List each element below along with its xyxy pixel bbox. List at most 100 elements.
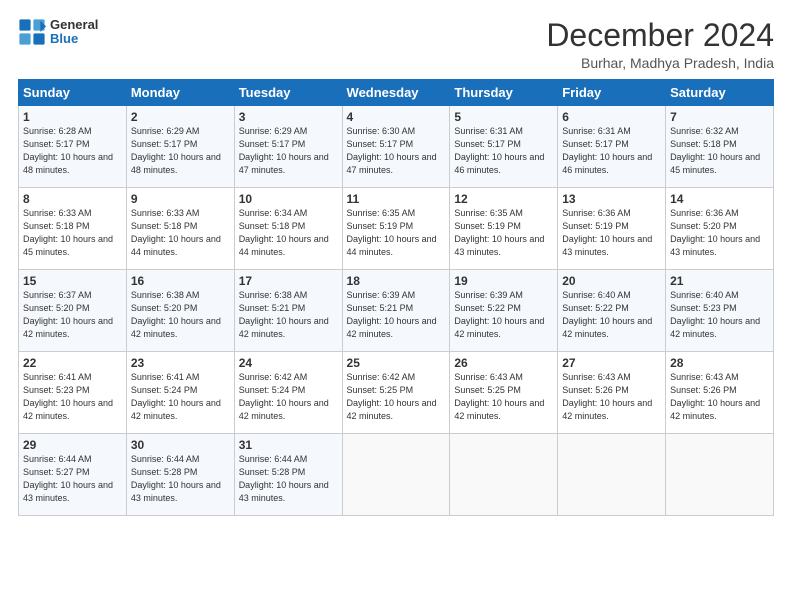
- day-number: 2: [131, 110, 230, 124]
- day-number: 27: [562, 356, 661, 370]
- day-number: 23: [131, 356, 230, 370]
- calendar-cell: 24 Sunrise: 6:42 AMSunset: 5:24 PMDaylig…: [234, 352, 342, 434]
- calendar-cell: 18 Sunrise: 6:39 AMSunset: 5:21 PMDaylig…: [342, 270, 450, 352]
- day-info: Sunrise: 6:34 AMSunset: 5:18 PMDaylight:…: [239, 208, 329, 257]
- day-info: Sunrise: 6:43 AMSunset: 5:26 PMDaylight:…: [562, 372, 652, 421]
- calendar-week-row: 29 Sunrise: 6:44 AMSunset: 5:27 PMDaylig…: [19, 434, 774, 516]
- calendar-cell: 8 Sunrise: 6:33 AMSunset: 5:18 PMDayligh…: [19, 188, 127, 270]
- calendar-cell: 14 Sunrise: 6:36 AMSunset: 5:20 PMDaylig…: [666, 188, 774, 270]
- page: General Blue December 2024 Burhar, Madhy…: [0, 0, 792, 612]
- day-info: Sunrise: 6:42 AMSunset: 5:24 PMDaylight:…: [239, 372, 329, 421]
- day-info: Sunrise: 6:35 AMSunset: 5:19 PMDaylight:…: [454, 208, 544, 257]
- day-info: Sunrise: 6:41 AMSunset: 5:24 PMDaylight:…: [131, 372, 221, 421]
- day-number: 12: [454, 192, 553, 206]
- header-saturday: Saturday: [666, 80, 774, 106]
- header-wednesday: Wednesday: [342, 80, 450, 106]
- day-info: Sunrise: 6:40 AMSunset: 5:23 PMDaylight:…: [670, 290, 760, 339]
- calendar-cell: 30 Sunrise: 6:44 AMSunset: 5:28 PMDaylig…: [126, 434, 234, 516]
- calendar-cell: 7 Sunrise: 6:32 AMSunset: 5:18 PMDayligh…: [666, 106, 774, 188]
- day-info: Sunrise: 6:44 AMSunset: 5:28 PMDaylight:…: [239, 454, 329, 503]
- calendar-cell: 15 Sunrise: 6:37 AMSunset: 5:20 PMDaylig…: [19, 270, 127, 352]
- day-info: Sunrise: 6:42 AMSunset: 5:25 PMDaylight:…: [347, 372, 437, 421]
- calendar-cell: 6 Sunrise: 6:31 AMSunset: 5:17 PMDayligh…: [558, 106, 666, 188]
- calendar-cell: 11 Sunrise: 6:35 AMSunset: 5:19 PMDaylig…: [342, 188, 450, 270]
- day-info: Sunrise: 6:31 AMSunset: 5:17 PMDaylight:…: [562, 126, 652, 175]
- day-number: 7: [670, 110, 769, 124]
- logo-blue: Blue: [50, 32, 98, 46]
- day-info: Sunrise: 6:32 AMSunset: 5:18 PMDaylight:…: [670, 126, 760, 175]
- calendar-cell: 28 Sunrise: 6:43 AMSunset: 5:26 PMDaylig…: [666, 352, 774, 434]
- day-info: Sunrise: 6:38 AMSunset: 5:21 PMDaylight:…: [239, 290, 329, 339]
- calendar-table: Sunday Monday Tuesday Wednesday Thursday…: [18, 79, 774, 516]
- day-number: 6: [562, 110, 661, 124]
- header: General Blue December 2024 Burhar, Madhy…: [18, 18, 774, 71]
- calendar-cell: 2 Sunrise: 6:29 AMSunset: 5:17 PMDayligh…: [126, 106, 234, 188]
- calendar-cell: [666, 434, 774, 516]
- day-number: 22: [23, 356, 122, 370]
- calendar-cell: 26 Sunrise: 6:43 AMSunset: 5:25 PMDaylig…: [450, 352, 558, 434]
- day-info: Sunrise: 6:29 AMSunset: 5:17 PMDaylight:…: [131, 126, 221, 175]
- calendar-cell: 3 Sunrise: 6:29 AMSunset: 5:17 PMDayligh…: [234, 106, 342, 188]
- day-info: Sunrise: 6:38 AMSunset: 5:20 PMDaylight:…: [131, 290, 221, 339]
- day-info: Sunrise: 6:39 AMSunset: 5:22 PMDaylight:…: [454, 290, 544, 339]
- day-number: 5: [454, 110, 553, 124]
- header-tuesday: Tuesday: [234, 80, 342, 106]
- day-info: Sunrise: 6:40 AMSunset: 5:22 PMDaylight:…: [562, 290, 652, 339]
- calendar-cell: 20 Sunrise: 6:40 AMSunset: 5:22 PMDaylig…: [558, 270, 666, 352]
- day-number: 20: [562, 274, 661, 288]
- calendar-cell: 12 Sunrise: 6:35 AMSunset: 5:19 PMDaylig…: [450, 188, 558, 270]
- day-number: 4: [347, 110, 446, 124]
- header-monday: Monday: [126, 80, 234, 106]
- header-thursday: Thursday: [450, 80, 558, 106]
- calendar-week-row: 8 Sunrise: 6:33 AMSunset: 5:18 PMDayligh…: [19, 188, 774, 270]
- day-number: 30: [131, 438, 230, 452]
- calendar-week-row: 15 Sunrise: 6:37 AMSunset: 5:20 PMDaylig…: [19, 270, 774, 352]
- calendar-cell: 16 Sunrise: 6:38 AMSunset: 5:20 PMDaylig…: [126, 270, 234, 352]
- day-info: Sunrise: 6:41 AMSunset: 5:23 PMDaylight:…: [23, 372, 113, 421]
- day-number: 24: [239, 356, 338, 370]
- day-number: 25: [347, 356, 446, 370]
- header-sunday: Sunday: [19, 80, 127, 106]
- day-number: 31: [239, 438, 338, 452]
- calendar-week-row: 1 Sunrise: 6:28 AMSunset: 5:17 PMDayligh…: [19, 106, 774, 188]
- logo: General Blue: [18, 18, 98, 47]
- day-number: 1: [23, 110, 122, 124]
- day-info: Sunrise: 6:36 AMSunset: 5:19 PMDaylight:…: [562, 208, 652, 257]
- calendar-cell: 17 Sunrise: 6:38 AMSunset: 5:21 PMDaylig…: [234, 270, 342, 352]
- day-number: 11: [347, 192, 446, 206]
- calendar-cell: 5 Sunrise: 6:31 AMSunset: 5:17 PMDayligh…: [450, 106, 558, 188]
- calendar-cell: 13 Sunrise: 6:36 AMSunset: 5:19 PMDaylig…: [558, 188, 666, 270]
- day-info: Sunrise: 6:33 AMSunset: 5:18 PMDaylight:…: [23, 208, 113, 257]
- day-number: 13: [562, 192, 661, 206]
- day-info: Sunrise: 6:39 AMSunset: 5:21 PMDaylight:…: [347, 290, 437, 339]
- calendar-cell: 29 Sunrise: 6:44 AMSunset: 5:27 PMDaylig…: [19, 434, 127, 516]
- calendar-cell: [450, 434, 558, 516]
- calendar-cell: 19 Sunrise: 6:39 AMSunset: 5:22 PMDaylig…: [450, 270, 558, 352]
- logo-icon: [18, 18, 46, 46]
- calendar-cell: [558, 434, 666, 516]
- day-info: Sunrise: 6:43 AMSunset: 5:25 PMDaylight:…: [454, 372, 544, 421]
- title-block: December 2024 Burhar, Madhya Pradesh, In…: [546, 18, 774, 71]
- calendar-header-row: Sunday Monday Tuesday Wednesday Thursday…: [19, 80, 774, 106]
- calendar-cell: [342, 434, 450, 516]
- day-number: 16: [131, 274, 230, 288]
- logo-general: General: [50, 18, 98, 32]
- day-number: 9: [131, 192, 230, 206]
- calendar-cell: 21 Sunrise: 6:40 AMSunset: 5:23 PMDaylig…: [666, 270, 774, 352]
- day-info: Sunrise: 6:30 AMSunset: 5:17 PMDaylight:…: [347, 126, 437, 175]
- day-info: Sunrise: 6:37 AMSunset: 5:20 PMDaylight:…: [23, 290, 113, 339]
- day-info: Sunrise: 6:36 AMSunset: 5:20 PMDaylight:…: [670, 208, 760, 257]
- day-number: 3: [239, 110, 338, 124]
- day-info: Sunrise: 6:29 AMSunset: 5:17 PMDaylight:…: [239, 126, 329, 175]
- day-info: Sunrise: 6:43 AMSunset: 5:26 PMDaylight:…: [670, 372, 760, 421]
- calendar-cell: 31 Sunrise: 6:44 AMSunset: 5:28 PMDaylig…: [234, 434, 342, 516]
- day-number: 28: [670, 356, 769, 370]
- day-number: 19: [454, 274, 553, 288]
- header-friday: Friday: [558, 80, 666, 106]
- day-number: 17: [239, 274, 338, 288]
- calendar-cell: 4 Sunrise: 6:30 AMSunset: 5:17 PMDayligh…: [342, 106, 450, 188]
- day-number: 8: [23, 192, 122, 206]
- subtitle: Burhar, Madhya Pradesh, India: [546, 55, 774, 71]
- day-info: Sunrise: 6:44 AMSunset: 5:28 PMDaylight:…: [131, 454, 221, 503]
- day-number: 21: [670, 274, 769, 288]
